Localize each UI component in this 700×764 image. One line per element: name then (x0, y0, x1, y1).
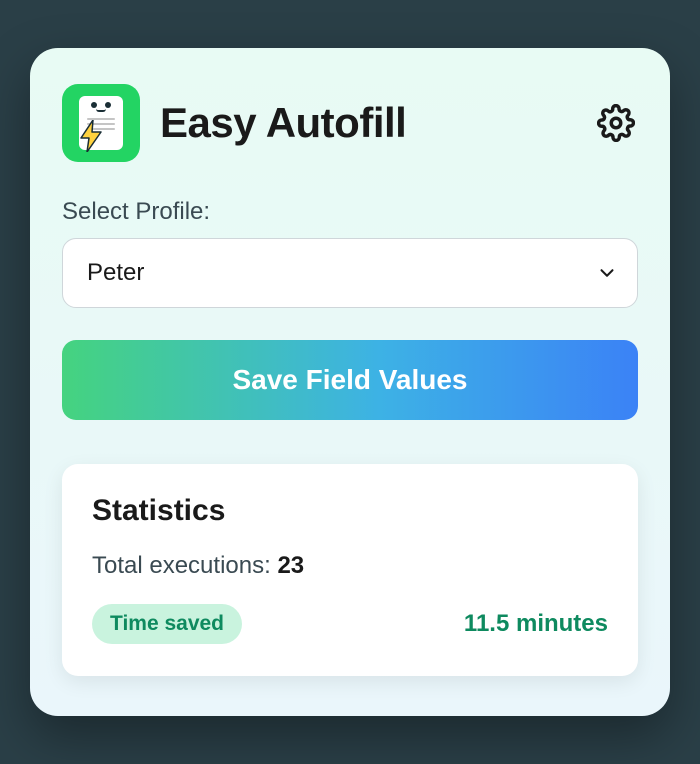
profile-select[interactable]: Peter (62, 238, 638, 308)
executions-label: Total executions: (92, 552, 277, 579)
lightning-icon (78, 120, 104, 152)
time-saved-row: Time saved 11.5 minutes (92, 604, 608, 644)
header-left: Easy Autofill (62, 84, 406, 162)
header: Easy Autofill (62, 84, 638, 162)
time-saved-badge: Time saved (92, 604, 242, 644)
save-button[interactable]: Save Field Values (62, 340, 638, 420)
app-icon (62, 84, 140, 162)
statistics-title: Statistics (92, 494, 608, 528)
app-title: Easy Autofill (160, 99, 406, 147)
statistics-card: Statistics Total executions: 23 Time sav… (62, 464, 638, 676)
profile-label: Select Profile: (62, 198, 638, 226)
executions-row: Total executions: 23 (92, 552, 608, 580)
profile-select-wrap: Peter (62, 238, 638, 308)
gear-icon (597, 104, 635, 142)
settings-button[interactable] (594, 101, 638, 145)
popup-card: Easy Autofill Select Profile: Peter Save… (30, 48, 670, 716)
time-saved-value: 11.5 minutes (464, 610, 608, 638)
executions-count: 23 (277, 552, 304, 579)
